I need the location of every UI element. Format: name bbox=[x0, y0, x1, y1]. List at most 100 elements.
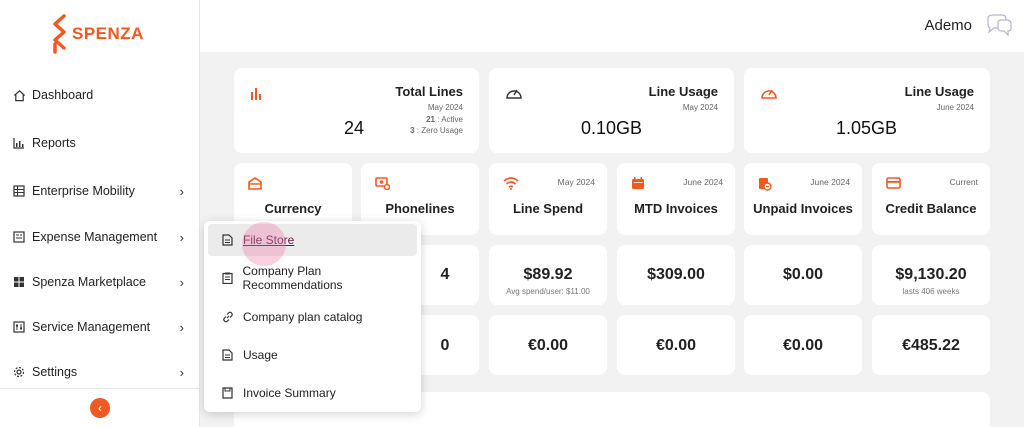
submenu-item-company-plan-recommendations[interactable]: Company Plan Recommendations bbox=[208, 262, 417, 294]
line-usage-may-card[interactable]: Line Usage May 2024 0.10GB bbox=[489, 68, 734, 153]
sidebar-item-label: Settings bbox=[32, 365, 78, 379]
submenu-item-invoice-summary[interactable]: Invoice Summary bbox=[208, 377, 417, 409]
mtd-invoices-card[interactable]: June 2024 MTD Invoices bbox=[617, 163, 735, 235]
sidebar-item-label: Enterprise Mobility bbox=[32, 184, 135, 198]
stat-value: €0.00 bbox=[527, 337, 569, 354]
card-title: Total Lines bbox=[395, 84, 463, 99]
unpaid-invoices-usd-card: $0.00 bbox=[744, 245, 862, 305]
stat-note: Avg spend/user: $11.00 bbox=[506, 287, 590, 296]
stat-value: €485.22 bbox=[902, 337, 960, 354]
sidebar-item-service-management[interactable]: Service Management › bbox=[0, 312, 200, 342]
brand-logo[interactable]: SPENZA bbox=[52, 14, 144, 54]
bar-chart-icon bbox=[12, 136, 26, 150]
credit-balance-card[interactable]: Current Credit Balance bbox=[872, 163, 990, 235]
chevron-right-icon: › bbox=[179, 319, 184, 335]
sidebar-item-dashboard[interactable]: Dashboard bbox=[0, 80, 200, 110]
stat-value: $9,130.20 bbox=[895, 266, 967, 283]
stat-label: Line Spend bbox=[512, 201, 584, 216]
top-bar: Ademo bbox=[200, 0, 1024, 52]
submenu-item-company-plan-catalog[interactable]: Company plan catalog bbox=[208, 301, 417, 333]
chevron-right-icon: › bbox=[179, 183, 184, 199]
submenu-item-label: Usage bbox=[243, 348, 278, 362]
document-icon bbox=[222, 349, 234, 361]
line-usage-june-value: 1.05GB bbox=[836, 118, 898, 138]
apps-icon bbox=[12, 275, 26, 289]
credit-balance-eur-card: €485.22 bbox=[872, 315, 990, 375]
stat-value: €0.00 bbox=[782, 337, 824, 354]
collapse-sidebar-button[interactable]: ‹ bbox=[90, 398, 110, 418]
stat-date: June 2024 bbox=[683, 177, 723, 187]
chevron-right-icon: › bbox=[179, 229, 184, 245]
line-spend-eur-card: €0.00 bbox=[489, 315, 607, 375]
card-title: Line Usage bbox=[648, 84, 718, 99]
sidebar-item-label: Dashboard bbox=[32, 88, 94, 102]
expense-management-submenu: File Store Company Plan Recommendations … bbox=[204, 221, 421, 412]
sidebar-divider bbox=[0, 388, 200, 389]
submenu-item-usage[interactable]: Usage bbox=[208, 339, 417, 371]
gauge-icon bbox=[506, 89, 522, 99]
settings-panel-icon bbox=[12, 320, 26, 334]
money-icon bbox=[375, 177, 390, 190]
stat-value: 0 bbox=[440, 337, 450, 354]
line-spend-usd-card: $89.92 Avg spend/user: $11.00 bbox=[489, 245, 607, 305]
sidebar-item-spenza-marketplace[interactable]: Spenza Marketplace › bbox=[0, 267, 200, 297]
gauge-icon bbox=[761, 89, 777, 99]
brand-name: SPENZA bbox=[72, 24, 144, 43]
stat-label: MTD Invoices bbox=[634, 201, 718, 216]
sidebar-item-enterprise-mobility[interactable]: Enterprise Mobility › bbox=[0, 176, 200, 206]
stat-note: lasts 406 weeks bbox=[902, 287, 960, 296]
wifi-icon bbox=[503, 177, 519, 190]
chevron-right-icon: › bbox=[179, 364, 184, 380]
chevron-right-icon: › bbox=[179, 274, 184, 290]
spenza-logo-icon bbox=[53, 14, 66, 54]
bar-chart-icon bbox=[251, 88, 261, 100]
chevron-left-icon: ‹ bbox=[98, 401, 102, 415]
stat-date: Current bbox=[949, 177, 978, 187]
submenu-item-label: Company Plan Recommendations bbox=[242, 264, 343, 292]
zero-usage-label: : Zero Usage bbox=[416, 126, 463, 135]
chat-bubbles-icon[interactable] bbox=[984, 14, 1012, 38]
stat-label: Currency bbox=[264, 201, 322, 216]
line-usage-may-value: 0.10GB bbox=[581, 118, 643, 138]
clipboard-icon bbox=[222, 272, 234, 284]
stat-value: $89.92 bbox=[523, 266, 573, 283]
active-label: : Active bbox=[437, 115, 463, 124]
submenu-item-file-store[interactable]: File Store bbox=[208, 224, 417, 256]
stat-value: $0.00 bbox=[782, 266, 824, 283]
stat-date: May 2024 bbox=[557, 177, 595, 187]
unpaid-invoices-eur-card: €0.00 bbox=[744, 315, 862, 375]
submenu-item-label: Invoice Summary bbox=[243, 386, 336, 400]
submenu-item-label: Company plan catalog bbox=[243, 310, 363, 324]
card-period: May 2024 bbox=[682, 103, 718, 112]
card-period: May 2024 bbox=[427, 103, 463, 112]
sidebar-item-reports[interactable]: Reports bbox=[0, 128, 200, 158]
sidebar-item-label: Service Management bbox=[32, 320, 151, 334]
calendar-icon bbox=[632, 177, 644, 189]
zero-usage-count: 3 bbox=[410, 126, 415, 135]
card-period: June 2024 bbox=[936, 103, 974, 112]
sidebar-item-label: Spenza Marketplace bbox=[32, 275, 146, 289]
submenu-item-label: File Store bbox=[243, 233, 295, 247]
home-icon bbox=[12, 88, 26, 102]
stat-date: June 2024 bbox=[810, 177, 850, 187]
wallet-icon bbox=[248, 177, 262, 190]
sidebar: SPENZA Dashboard Reports Enterprise Mobi… bbox=[0, 0, 200, 427]
zero-usage-lines: 3 : Zero Usage bbox=[410, 126, 463, 135]
sidebar-item-settings[interactable]: Settings › bbox=[0, 357, 200, 387]
stat-label: Unpaid Invoices bbox=[753, 201, 853, 216]
unpaid-icon bbox=[759, 178, 772, 191]
total-lines-value: 24 bbox=[344, 118, 365, 138]
stat-value: €0.00 bbox=[655, 337, 697, 354]
mtd-invoices-usd-card: $309.00 bbox=[617, 245, 735, 305]
user-name[interactable]: Ademo bbox=[924, 17, 972, 34]
line-usage-june-card[interactable]: Line Usage June 2024 1.05GB bbox=[744, 68, 990, 153]
credit-card-icon bbox=[886, 177, 901, 189]
gear-icon bbox=[12, 365, 26, 379]
sidebar-item-label: Expense Management bbox=[32, 230, 158, 244]
sidebar-item-expense-management[interactable]: Expense Management › bbox=[0, 222, 200, 252]
sidebar-item-label: Reports bbox=[32, 136, 76, 150]
unpaid-invoices-card[interactable]: June 2024 Unpaid Invoices bbox=[744, 163, 862, 235]
stat-label: Phonelines bbox=[385, 201, 455, 216]
line-spend-card[interactable]: May 2024 Line Spend bbox=[489, 163, 607, 235]
total-lines-card[interactable]: Total Lines May 2024 24 21 : Active 3 : … bbox=[234, 68, 479, 153]
